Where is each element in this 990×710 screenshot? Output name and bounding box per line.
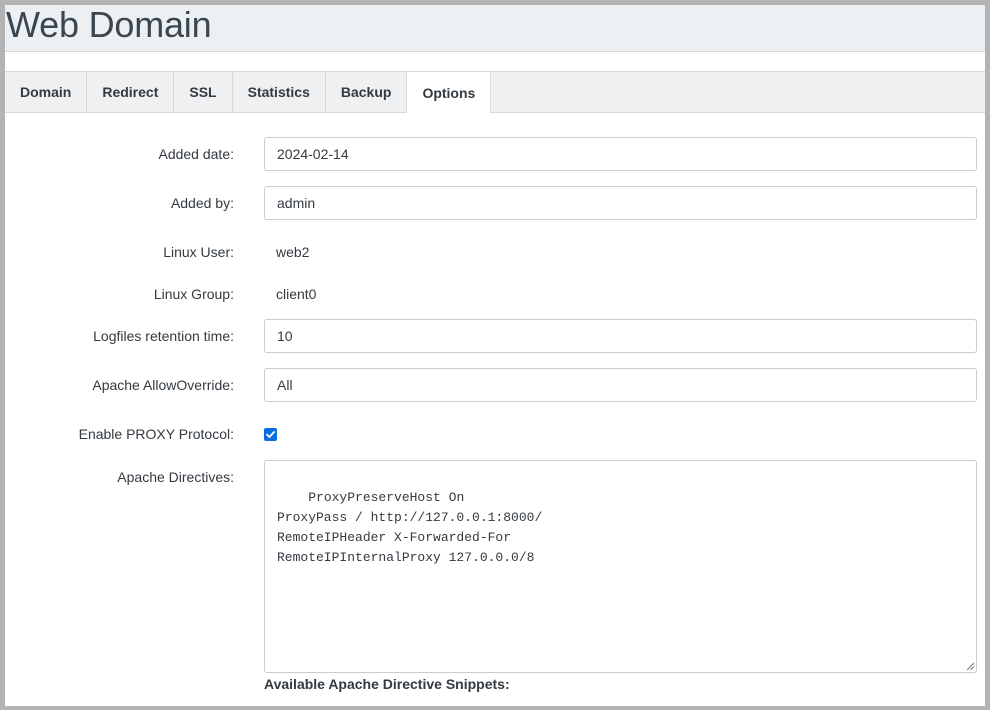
tab-statistics[interactable]: Statistics [233, 72, 326, 112]
logfiles-retention-input[interactable]: 10 [264, 319, 977, 353]
resize-handle-icon[interactable] [966, 662, 974, 670]
linux-group-label: Linux Group: [153, 286, 234, 302]
tab-ssl[interactable]: SSL [174, 72, 233, 112]
checkmark-icon [266, 431, 275, 438]
page-header: Web Domain [5, 5, 985, 52]
apache-directives-textarea[interactable]: ProxyPreserveHost On ProxyPass / http://… [264, 460, 977, 673]
added-date-input[interactable]: 2024-02-14 [264, 137, 977, 171]
apache-directives-text: ProxyPreserveHost On ProxyPass / http://… [277, 490, 543, 565]
apache-allowoverride-label: Apache AllowOverride: [92, 377, 234, 393]
tab-backup[interactable]: Backup [326, 72, 408, 112]
linux-user-value: web2 [276, 244, 310, 260]
snippets-heading: Available Apache Directive Snippets: [264, 676, 510, 692]
added-date-label: Added date: [158, 146, 234, 162]
app-frame: Web Domain Domain Redirect SSL Statistic… [0, 0, 990, 710]
added-by-label: Added by: [170, 195, 234, 211]
enable-proxy-protocol-label: Enable PROXY Protocol: [78, 426, 234, 442]
tab-options[interactable]: Options [406, 72, 492, 113]
logfiles-retention-label: Logfiles retention time: [93, 328, 234, 344]
tab-domain[interactable]: Domain [5, 72, 88, 112]
linux-user-label: Linux User: [163, 244, 234, 260]
tab-redirect[interactable]: Redirect [87, 72, 175, 112]
added-by-input[interactable]: admin [264, 186, 977, 220]
tab-bar: Domain Redirect SSL Statistics Backup Op… [5, 71, 985, 113]
apache-allowoverride-input[interactable]: All [264, 368, 977, 402]
apache-directives-label: Apache Directives: [117, 469, 234, 485]
page-title: Web Domain [6, 4, 212, 45]
enable-proxy-protocol-checkbox[interactable] [264, 428, 277, 441]
linux-group-value: client0 [276, 286, 317, 302]
